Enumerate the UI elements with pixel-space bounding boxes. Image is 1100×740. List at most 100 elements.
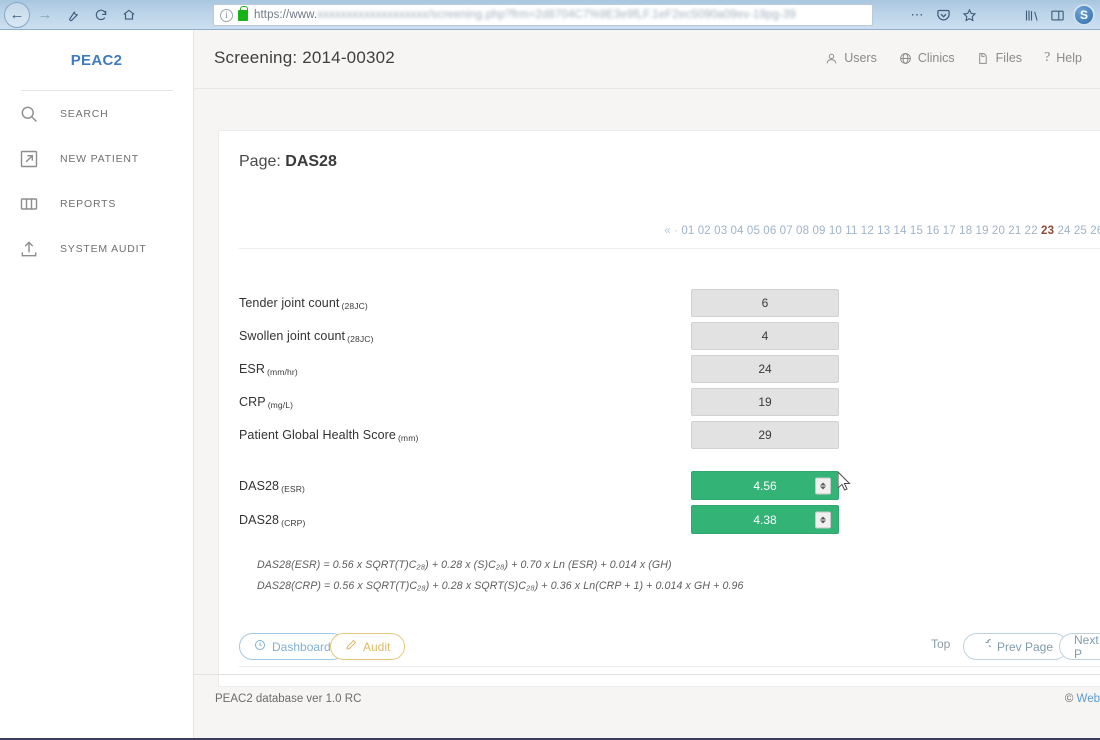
top-link[interactable]: Top [931, 637, 950, 651]
tender-joint-count-input[interactable]: 6 [691, 288, 839, 317]
secure-lock-icon [238, 5, 248, 21]
sidebar-item-label: NEW PATIENT [60, 152, 139, 165]
upload-icon [18, 238, 40, 260]
pencil-icon [345, 639, 357, 654]
crp-input[interactable]: 19 [691, 387, 839, 416]
next-page-label: Next P [1074, 632, 1099, 661]
result-row-das28-crp: DAS28 (CRP) 4.38 [239, 503, 1100, 536]
header-nav-label: Help [1056, 51, 1082, 65]
page-heading-prefix: Page: [239, 153, 286, 170]
prev-page-button[interactable]: Prev Page [963, 633, 1069, 660]
clock-icon [254, 639, 266, 654]
form-card: Page: DAS28 «· 01 02 03 04 05 06 07 08 09 10 11 12 13… [218, 130, 1100, 687]
field-label: Tender joint count (28JC) [239, 295, 368, 311]
pagination-prev[interactable]: « [664, 225, 671, 237]
pagination-page-04[interactable]: 04 [730, 225, 743, 237]
library-icon[interactable] [1018, 2, 1044, 28]
sidebar-item-label: SYSTEM AUDIT [60, 242, 147, 255]
pagination-page-16[interactable]: 16 [926, 225, 939, 237]
spinner-updown-icon[interactable] [815, 511, 831, 528]
result-unit: (CRP) [281, 517, 306, 528]
pagination-page-01[interactable]: 01 [681, 225, 694, 237]
footer-web-link[interactable]: Web [1077, 693, 1100, 705]
pocket-icon[interactable] [930, 2, 956, 28]
result-label: DAS28 (CRP) [239, 512, 306, 528]
wrench-icon[interactable] [60, 2, 86, 28]
pagination-page-09[interactable]: 09 [812, 225, 825, 237]
next-page-button[interactable]: Next P [1059, 632, 1100, 661]
pagination-page-25[interactable]: 25 [1074, 225, 1087, 237]
audit-button[interactable]: Audit [330, 633, 406, 660]
pagination-page-23[interactable]: 23 [1041, 225, 1054, 237]
field-row-tender-joint-count: Tender joint count (28JC) 6 [239, 286, 1100, 319]
pagination-page-05[interactable]: 05 [747, 225, 760, 237]
header-nav-files[interactable]: Files [977, 51, 1022, 65]
star-icon[interactable] [956, 2, 982, 28]
ellipsis-icon[interactable]: ⋯ [904, 2, 930, 28]
sidebar-item-label: REPORTS [60, 197, 117, 210]
field-label: ESR (mm/hr) [239, 361, 298, 377]
swollen-joint-count-input[interactable]: 4 [691, 321, 839, 350]
header-nav-help[interactable]: ? Help [1044, 50, 1082, 66]
pagination-page-13[interactable]: 13 [877, 225, 890, 237]
pagination-page-11[interactable]: 11 [845, 225, 857, 237]
avatar[interactable]: S [1073, 4, 1095, 26]
pagination-page-06[interactable]: 06 [763, 225, 776, 237]
forward-button[interactable]: → [32, 2, 58, 28]
sidebar-icon[interactable] [1044, 2, 1070, 28]
pagination-page-24[interactable]: 24 [1057, 225, 1070, 237]
page-title: Screening: 2014-00302 [214, 48, 395, 67]
page-header: Screening: 2014-00302 Users Clinics File… [194, 30, 1100, 89]
reload-button[interactable] [88, 2, 114, 28]
header-nav-label: Files [995, 51, 1023, 65]
site-info-icon[interactable]: i [220, 8, 233, 22]
copyright-symbol: © [1064, 693, 1074, 705]
brand-logo[interactable]: PEAC2 [0, 30, 193, 90]
header-nav-users[interactable]: Users [825, 51, 877, 65]
pagination[interactable]: «· 01 02 03 04 05 06 07 08 09 10 11 12 13 14 15 16 17 18 19… [664, 225, 1100, 237]
pagination-page-22[interactable]: 22 [1025, 225, 1038, 237]
url-bar[interactable]: i https://www.xxxxxxxxxxxxxxxxxxx/screen… [213, 4, 873, 26]
pagination-page-02[interactable]: 02 [698, 225, 711, 237]
pagination-page-15[interactable]: 15 [910, 225, 923, 237]
pagination-page-17[interactable]: 17 [943, 225, 956, 237]
das28-esr-result[interactable]: 4.56 [691, 471, 839, 500]
audit-button-label: Audit [363, 639, 391, 654]
patient-global-health-score-input[interactable]: 29 [691, 420, 839, 449]
pagination-page-14[interactable]: 14 [894, 225, 907, 237]
pagination-page-18[interactable]: 18 [959, 225, 972, 237]
browser-chrome: ← → i https://www.xxxxxxxxxxxxxxxxxxx/sc… [0, 0, 1100, 30]
esr-input[interactable]: 24 [691, 354, 839, 383]
das28-esr-value: 4.56 [753, 478, 777, 493]
sidebar: PEAC2 SEARCH NEW PATIENT REPORTS SYSTEM … [0, 30, 194, 740]
book-icon [18, 193, 40, 215]
sidebar-item-reports[interactable]: REPORTS [0, 181, 193, 226]
sidebar-item-system-audit[interactable]: SYSTEM AUDIT [0, 226, 193, 271]
pagination-divider [239, 248, 1100, 249]
pagination-page-26[interactable]: 26 [1090, 225, 1100, 237]
url-text: https://www.xxxxxxxxxxxxxxxxxxx/screenin… [254, 9, 796, 21]
das28-crp-result[interactable]: 4.38 [691, 505, 839, 534]
pagination-page-10[interactable]: 10 [829, 225, 842, 237]
pagination-page-21[interactable]: 21 [1008, 225, 1021, 237]
footer-version-text: PEAC2 database ver 1.0 RC [215, 693, 362, 705]
pagination-page-03[interactable]: 03 [714, 225, 727, 237]
back-button[interactable]: ← [4, 1, 30, 28]
home-icon[interactable] [116, 2, 142, 28]
pagination-separator[interactable]: · [674, 225, 678, 237]
pagination-page-08[interactable]: 08 [796, 225, 809, 237]
formula-das28-esr: DAS28(ESR) = 0.56 x SQRT(T)C₂₈) + 0.28 x… [257, 559, 672, 571]
pagination-page-12[interactable]: 12 [861, 225, 874, 237]
sidebar-item-new-patient[interactable]: NEW PATIENT [0, 136, 193, 181]
spinner-updown-icon[interactable] [815, 477, 831, 494]
header-nav-label: Clinics [917, 51, 955, 65]
sidebar-item-search[interactable]: SEARCH [0, 91, 193, 136]
result-label: DAS28 (ESR) [239, 478, 306, 494]
pagination-page-07[interactable]: 07 [780, 225, 793, 237]
globe-icon [899, 52, 912, 65]
header-nav-label: Users [844, 51, 877, 65]
pagination-page-19[interactable]: 19 [975, 225, 988, 237]
pagination-page-20[interactable]: 20 [992, 225, 1005, 237]
header-nav-clinics[interactable]: Clinics [899, 51, 955, 65]
field-unit: (28JC) [341, 300, 368, 311]
